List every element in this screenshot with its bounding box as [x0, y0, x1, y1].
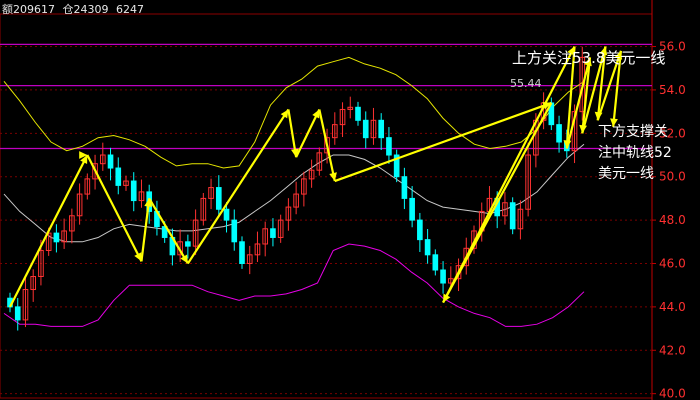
candle-down: [432, 254, 439, 271]
candle-down: [115, 167, 122, 186]
candle-down: [53, 232, 60, 243]
plot-frame: [0, 13, 653, 399]
candle-down: [107, 154, 114, 169]
candle-down: [231, 219, 238, 243]
candle-down: [270, 228, 276, 238]
open-interest-label: 仓24309: [62, 3, 109, 16]
candle-down: [362, 119, 369, 139]
tick-label: 44.0: [659, 300, 686, 314]
tick-label: 54.0: [659, 83, 686, 97]
candle-down: [378, 119, 385, 139]
volume-label: 额209617: [2, 3, 55, 16]
support-annotation-line: 注中轨线52: [598, 145, 672, 161]
trend-arrow-line: [140, 198, 151, 262]
chart-header: 额209617 仓24309 6247: [2, 1, 148, 17]
candle-down: [185, 241, 191, 247]
candle-down: [223, 208, 230, 221]
extra-value-label: 6247: [116, 3, 144, 16]
boll-lower-line: [3, 243, 585, 327]
candle-down: [355, 106, 361, 121]
support-annotation: 下方支撑关 注中轨线52 美元一线: [598, 122, 672, 185]
support-annotation-line: 下方支撑关: [598, 124, 668, 140]
candle-down: [215, 187, 222, 210]
candle-down: [386, 137, 392, 156]
trend-arrow-line: [442, 46, 576, 304]
tick-label: 42.0: [659, 343, 686, 357]
candle-down: [424, 239, 431, 256]
candle-down: [509, 202, 516, 230]
candle-down: [14, 306, 21, 321]
candle-down: [409, 197, 415, 221]
candle-down: [440, 269, 446, 284]
candle-down: [417, 219, 423, 241]
resistance-annotation: 上方关注53.8美元一线: [512, 49, 666, 67]
candle-down: [239, 241, 245, 264]
candle-down: [130, 180, 137, 202]
tick-label: 46.0: [659, 256, 686, 270]
trend-arrow-line: [334, 101, 552, 183]
candle-down: [401, 176, 408, 199]
trend-arrow-line: [9, 154, 89, 308]
tick-label: 40.0: [659, 387, 686, 400]
support-annotation-line: 美元一线: [598, 166, 654, 182]
price-marker-label: 55.44: [510, 77, 542, 90]
tick-label: 48.0: [659, 213, 686, 227]
candle-down: [556, 124, 562, 143]
